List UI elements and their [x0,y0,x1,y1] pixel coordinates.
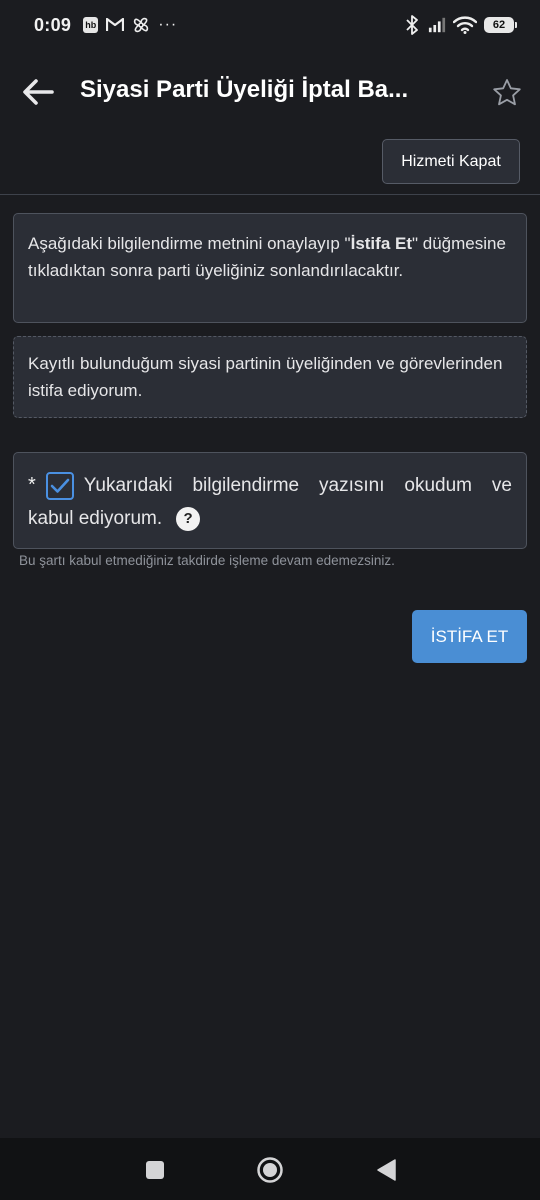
recents-button[interactable] [141,1156,169,1184]
resignation-statement: Kayıtlı bulunduğum siyasi partinin üyeli… [13,336,527,418]
favorite-button[interactable] [492,78,522,111]
page-title: Siyasi Parti Üyeliği İptal Ba... [80,76,409,103]
consent-word: ve [491,475,512,496]
consent-box: * Yukarıdaki bilgilendirme yazısını okud… [13,452,527,549]
square-icon [146,1161,164,1179]
resign-button[interactable]: İSTİFA ET [412,610,527,663]
info-message: Aşağıdaki bilgilendirme metnini onaylayı… [13,213,527,323]
info-text-part1: Aşağıdaki bilgilendirme metnini onaylayı… [28,234,351,253]
gmail-icon [106,16,125,34]
status-left: 0:09 hb ··· [34,15,177,36]
header-divider [0,194,540,195]
star-icon [493,79,521,106]
arrow-left-icon [23,79,54,105]
consent-word: bilgilendirme [192,475,300,496]
consent-word: Yukarıdaki [83,475,173,496]
consent-line-2: kabul ediyorum. ? [28,502,512,535]
consent-checkbox[interactable] [45,471,74,500]
consent-line-1: * Yukarıdaki bilgilendirme yazısını okud… [28,469,512,502]
consent-word: okudum [404,475,473,496]
status-bar: 0:09 hb ··· 62 [0,0,540,50]
consent-text-line-1: Yukarıdaki bilgilendirme yazısını okudum… [84,469,512,502]
battery-icon: 62 [484,17,517,33]
system-navigation-bar [0,1138,540,1200]
close-service-button[interactable]: Hizmeti Kapat [382,139,520,184]
consent-text-line-2: kabul ediyorum. [28,508,163,529]
status-right: 62 [403,15,517,35]
more-notifications-icon: ··· [158,16,178,33]
status-time: 0:09 [34,14,72,35]
app-bar: Siyasi Parti Üyeliği İptal Ba... [0,60,540,124]
help-icon[interactable]: ? [176,506,201,531]
statement-text: Kayıtlı bulunduğum siyasi partinin üyeli… [28,354,503,400]
checkmark-icon [50,478,70,493]
hb-app-icon: hb [83,17,99,33]
triangle-back-icon [377,1159,396,1181]
consent-word: yazısını [319,475,385,496]
home-circle-icon [257,1157,283,1183]
wifi-icon [453,16,477,34]
cellular-signal-icon [428,16,446,34]
home-button[interactable] [256,1156,284,1184]
bluetooth-icon [403,15,421,35]
back-nav-button[interactable] [372,1156,400,1184]
page: 0:09 hb ··· 62 Siyasi Parti Üyeliği İpta… [0,0,540,1200]
required-asterisk: * [28,474,36,496]
info-text-bold: İstifa Et [350,234,412,253]
pinwheel-icon [132,16,150,34]
back-button[interactable] [20,76,56,108]
consent-hint: Bu şartı kabul etmediğiniz takdirde işle… [19,553,395,568]
